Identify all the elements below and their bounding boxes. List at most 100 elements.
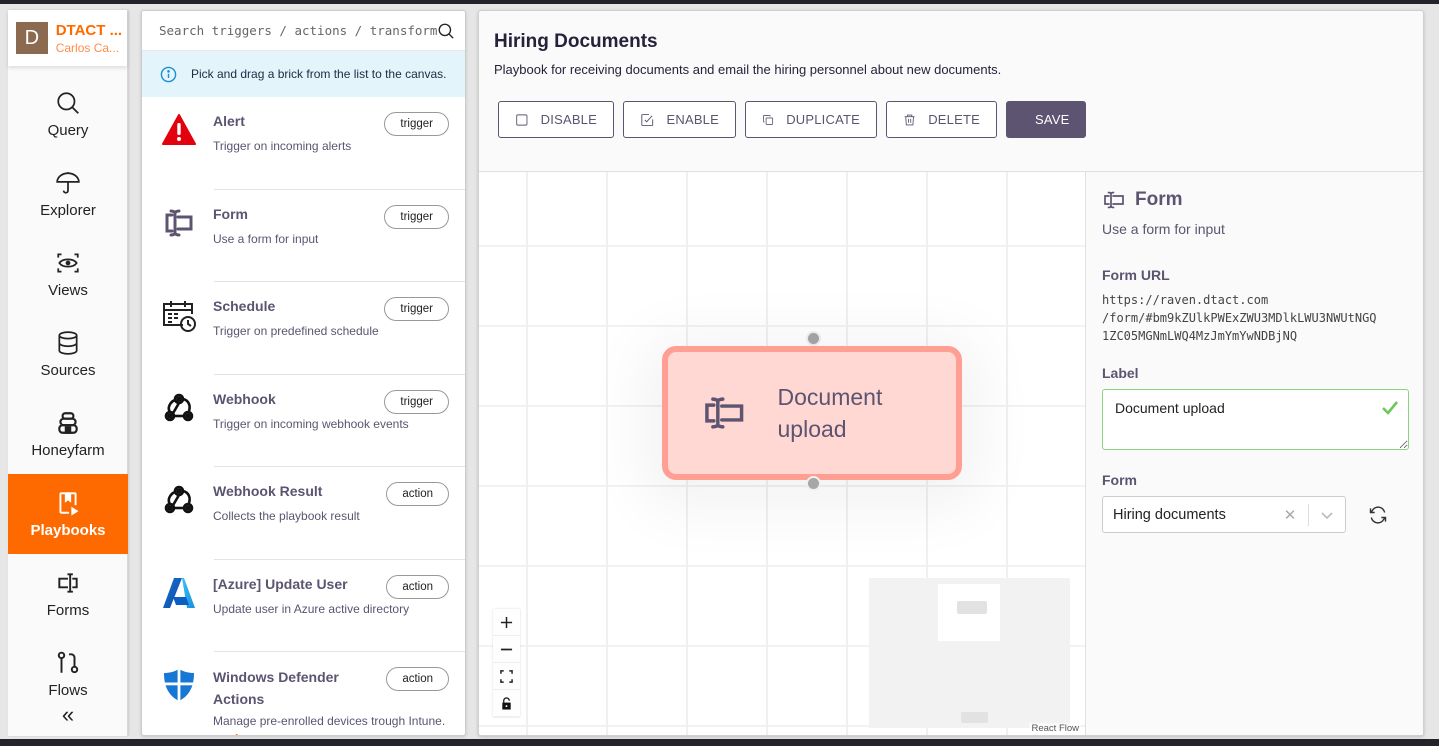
- duplicate-label: DUPLICATE: [786, 112, 860, 127]
- umbrella-icon: [56, 171, 80, 194]
- sidebar-item-label: Views: [48, 281, 88, 299]
- delete-button[interactable]: DELETE: [886, 101, 997, 138]
- minimap-node: [961, 712, 988, 723]
- node-output-handle[interactable]: [806, 476, 821, 491]
- refresh-icon[interactable]: [1368, 505, 1388, 525]
- double-chevron-left-icon: «: [61, 702, 75, 727]
- org-switcher[interactable]: D DTACT ... Carlos Ca...: [8, 10, 127, 66]
- form-select[interactable]: Hiring documents ✕: [1102, 496, 1346, 533]
- panel-description: Use a form for input: [1102, 221, 1225, 237]
- dropdown-toggle[interactable]: [1309, 508, 1345, 522]
- brick-description: Update user in Azure active directory: [213, 601, 410, 616]
- disable-button[interactable]: DISABLE: [498, 101, 614, 138]
- zoom-in-button[interactable]: [493, 609, 520, 636]
- react-flow-attribution[interactable]: React Flow: [1029, 723, 1081, 734]
- form-icon: [705, 397, 744, 429]
- trash-icon: [904, 114, 915, 125]
- read-more-link[interactable]: read more: [213, 732, 465, 735]
- brick-list-panel: Pick and drag a brick from the list to t…: [141, 10, 466, 736]
- brick-title: Windows Defender Actions: [213, 669, 339, 707]
- brick-search: [142, 11, 465, 51]
- webhook-icon: [164, 485, 194, 514]
- form-icon: [1104, 191, 1124, 209]
- fit-view-button[interactable]: [493, 663, 520, 690]
- flow-node-document-upload[interactable]: Document upload: [662, 346, 962, 480]
- toggle-lock-button[interactable]: [493, 690, 520, 717]
- sidebar-item-playbooks[interactable]: Playbooks: [8, 474, 128, 554]
- node-input-handle[interactable]: [806, 331, 821, 346]
- sidebar-item-views[interactable]: Views: [8, 234, 128, 314]
- avatar: D: [16, 22, 48, 54]
- form-url-value[interactable]: https://raven.dtact.com /form/#bm9kZUlkP…: [1102, 291, 1409, 345]
- window-bottom-edge: [0, 739, 1439, 746]
- sidebar-item-explorer[interactable]: Explorer: [8, 154, 128, 234]
- brick-title: Webhook Result: [213, 483, 323, 499]
- node-properties-panel: Form Use a form for input Form URL https…: [1085, 172, 1423, 735]
- beehive-icon: [58, 411, 78, 434]
- enable-button[interactable]: ENABLE: [623, 101, 736, 138]
- brick-item[interactable]: Windows Defender Actions Manage pre-enro…: [142, 652, 465, 735]
- eye-icon: [57, 252, 79, 273]
- sidebar-item-sources[interactable]: Sources: [8, 314, 128, 394]
- info-icon: [160, 66, 177, 82]
- brick-type-badge: action: [386, 574, 449, 599]
- brick-search-input[interactable]: [159, 23, 437, 38]
- info-banner: Pick and drag a brick from the list to t…: [142, 51, 465, 97]
- sidebar-item-label: Playbooks: [30, 521, 106, 539]
- brick-item[interactable]: Webhook Result Collects the playbook res…: [142, 467, 465, 560]
- label-input[interactable]: [1102, 389, 1409, 450]
- brick-title: Form: [213, 205, 248, 222]
- sidebar-item-query[interactable]: Query: [8, 74, 128, 154]
- playbook-icon: [59, 491, 79, 516]
- sidebar-item-honeyfarm[interactable]: Honeyfarm: [8, 394, 128, 474]
- clear-icon[interactable]: ✕: [1272, 506, 1308, 524]
- brick-item[interactable]: Form Use a form for input trigger: [142, 190, 465, 282]
- checkbox-empty-icon: [516, 113, 528, 126]
- sidebar-item-forms[interactable]: Forms: [8, 554, 128, 634]
- duplicate-button[interactable]: DUPLICATE: [745, 101, 877, 138]
- playbook-header: Hiring Documents Playbook for receiving …: [479, 11, 1423, 172]
- brick-type-badge: trigger: [384, 389, 449, 414]
- form-icon: [58, 572, 78, 593]
- playbook-description: Playbook for receiving documents and ema…: [494, 62, 1002, 77]
- flow-icon: [57, 651, 79, 673]
- brick-description: Manage pre-enrolled devices trough Intun…: [213, 714, 446, 728]
- search-icon: [57, 91, 79, 114]
- sidebar-item-label: Query: [47, 121, 89, 139]
- sidebar-item-label: Honeyfarm: [31, 441, 105, 459]
- database-icon: [58, 330, 78, 355]
- sidebar-item-label: Sources: [40, 361, 96, 379]
- brick-title: Alert: [213, 113, 245, 129]
- brick-type-badge: trigger: [384, 297, 449, 321]
- save-label: SAVE: [1035, 112, 1070, 127]
- brick-item[interactable]: Webhook Trigger on incoming webhook even…: [142, 375, 465, 467]
- zoom-out-button[interactable]: [493, 636, 520, 663]
- brick-description: Trigger on predefined schedule: [213, 324, 379, 338]
- brick-title: Webhook: [213, 390, 276, 407]
- toolbar: DISABLE ENABLE DUPLICATE DELETE SAVE: [494, 101, 1408, 138]
- unlock-icon: [502, 696, 511, 710]
- brick-title: Schedule: [213, 298, 276, 314]
- brick-item[interactable]: Schedule Trigger on predefined schedule …: [142, 282, 465, 375]
- fit-view-icon: [500, 669, 513, 683]
- main-sidebar: D DTACT ... Carlos Ca... Query Explorer …: [8, 10, 128, 736]
- disable-label: DISABLE: [540, 112, 597, 127]
- sidebar-item-flows[interactable]: Flows: [8, 634, 128, 696]
- brick-item[interactable]: Alert Trigger on incoming alerts trigger: [142, 97, 465, 190]
- azure-icon: [163, 577, 195, 608]
- copy-icon: [763, 114, 774, 125]
- minus-icon: [500, 648, 513, 650]
- webhook-icon: [164, 393, 194, 421]
- minimap[interactable]: [869, 578, 1070, 728]
- flow-canvas[interactable]: Document upload React Flow: [479, 172, 1085, 735]
- brick-item[interactable]: [Azure] Update User Update user in Azure…: [142, 560, 465, 652]
- save-button[interactable]: SAVE: [1006, 101, 1086, 138]
- search-icon[interactable]: [437, 22, 455, 40]
- brick-type-badge: trigger: [384, 112, 449, 136]
- alert-icon: [162, 114, 196, 145]
- brick-description: Collects the playbook result: [213, 509, 360, 523]
- collapse-sidebar-button[interactable]: «: [8, 700, 128, 730]
- brick-description: Trigger on incoming alerts: [213, 139, 352, 153]
- check-icon: [1382, 401, 1399, 415]
- sidebar-item-label: Flows: [48, 681, 88, 697]
